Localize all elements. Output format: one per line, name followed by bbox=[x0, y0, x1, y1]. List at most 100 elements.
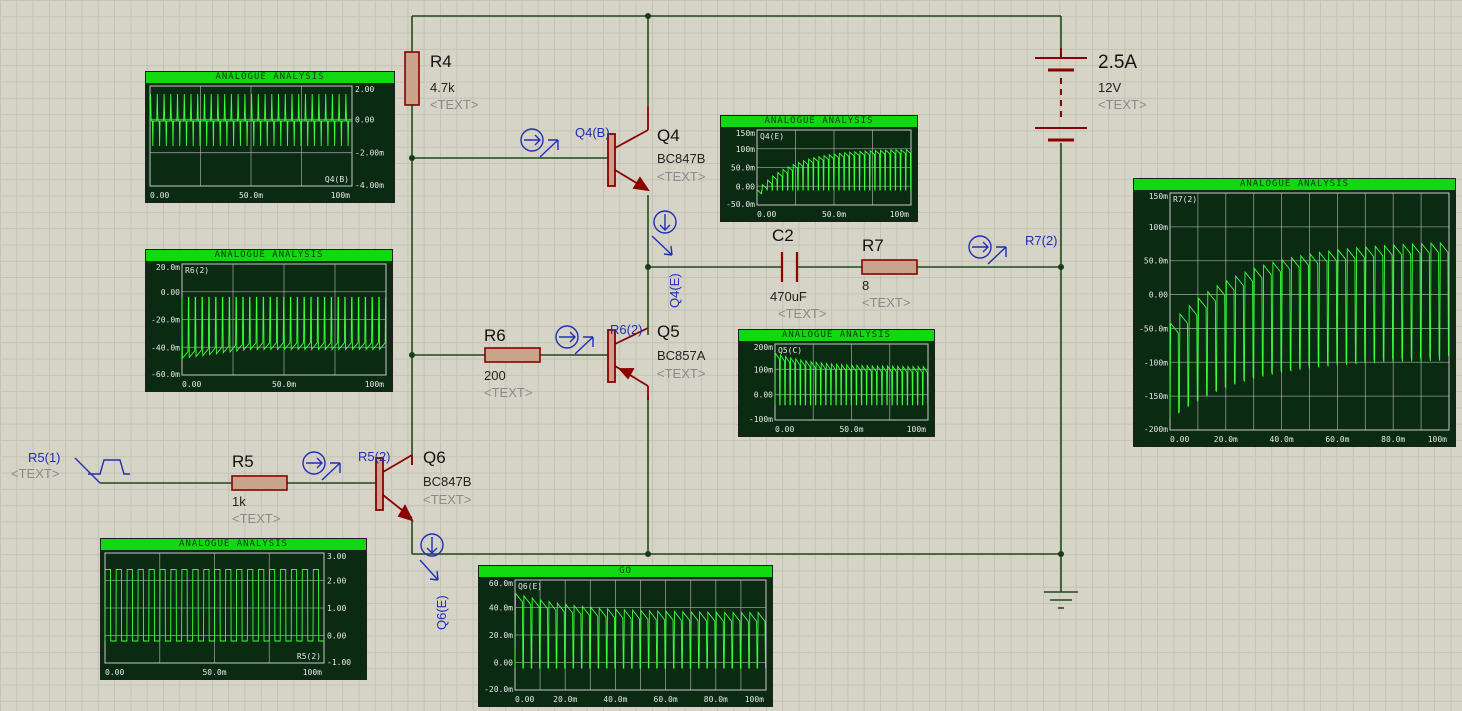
r4-resistor-body[interactable] bbox=[404, 51, 420, 106]
y-tick-label: 200m bbox=[754, 343, 773, 352]
x-tick-label: 50.0m bbox=[202, 668, 226, 677]
r5-value: 1k bbox=[232, 494, 246, 509]
trace-name-label: Q4(B) bbox=[325, 175, 349, 184]
graph-plot: 150m100m50.0m0.00-50.0m-100m-150m-200m0.… bbox=[1139, 192, 1450, 444]
q6-name: Q6 bbox=[423, 448, 446, 467]
x-tick-label: 0.00 bbox=[515, 695, 534, 704]
x-tick-label: 100m bbox=[303, 668, 322, 677]
x-tick-label: 60.0m bbox=[1325, 435, 1349, 444]
x-tick-label: 0.00 bbox=[1170, 435, 1189, 444]
q6-transistor[interactable] bbox=[375, 454, 414, 522]
x-tick-label: 100m bbox=[745, 695, 764, 704]
x-tick-label: 0.00 bbox=[105, 668, 124, 677]
x-tick-label: 0.00 bbox=[775, 425, 794, 434]
y-tick-label: -2.00m bbox=[355, 149, 384, 158]
r6-resistor-body[interactable] bbox=[484, 347, 541, 363]
source-r5-1-label: R5(1) bbox=[28, 450, 61, 465]
trace-name-label: R5(2) bbox=[297, 652, 321, 661]
y-tick-label: 100m bbox=[736, 145, 755, 154]
y-tick-label: 0.00 bbox=[355, 115, 374, 124]
graph-q4b[interactable]: ANALOGUE ANALYSIS 2.00 0.00 -2.00m -4.00m 0.0… bbox=[145, 71, 395, 203]
y-tick-label: -60.0m bbox=[151, 370, 180, 379]
graph-r7[interactable]: ANALOGUE ANALYSIS 150m 100m 50.0m 0.00 -50.0m… bbox=[1133, 178, 1456, 447]
y-tick-label: 150m bbox=[1149, 192, 1168, 201]
graph-q5c[interactable]: ANALOGUE ANALYSIS 200m 100m 0.00 -100m 0.00 50… bbox=[738, 329, 935, 437]
probe-q4b-icon bbox=[520, 128, 559, 158]
probe-q4e-label: Q4(E) bbox=[667, 273, 682, 308]
y-tick-label: 0.00 bbox=[754, 391, 773, 400]
q4-name: Q4 bbox=[657, 126, 680, 145]
y-tick-label: 100m bbox=[1149, 223, 1168, 232]
y-tick-label: -1.00 bbox=[327, 658, 351, 667]
x-tick-label: 50.0m bbox=[239, 191, 263, 200]
y-tick-label: 100m bbox=[754, 365, 773, 374]
battery-value: 12V bbox=[1098, 80, 1122, 95]
r5-text: <TEXT> bbox=[232, 511, 281, 526]
trace-name-label: Q4(E) bbox=[760, 132, 784, 141]
y-tick-label: -150m bbox=[1144, 392, 1168, 401]
battery-text: <TEXT> bbox=[1098, 97, 1147, 112]
q6-value: BC847B bbox=[423, 474, 472, 489]
y-tick-label: -40.0m bbox=[151, 343, 180, 352]
x-tick-label: 80.0m bbox=[704, 695, 728, 704]
trace-waveform bbox=[756, 148, 912, 195]
x-tick-label: 40.0m bbox=[1270, 435, 1294, 444]
q4-transistor[interactable] bbox=[607, 107, 650, 192]
x-tick-label: 80.0m bbox=[1381, 435, 1405, 444]
y-tick-label: 2.00 bbox=[327, 577, 346, 586]
battery-name: 2.5A bbox=[1098, 52, 1138, 73]
y-tick-label: 0.00 bbox=[327, 632, 346, 641]
r6-text: <TEXT> bbox=[484, 385, 533, 400]
y-tick-label: 0.00 bbox=[494, 659, 513, 668]
y-tick-label: 20.0m bbox=[156, 263, 180, 272]
graph-r6[interactable]: ANALOGUE ANALYSIS 20.0m 0.00 -20.0m -40.0m -6… bbox=[145, 249, 393, 392]
probe-r6-icon bbox=[555, 325, 594, 355]
probe-r7-icon bbox=[968, 235, 1007, 265]
c2-capacitor[interactable] bbox=[780, 252, 799, 282]
trace-name-label: R7(2) bbox=[1173, 195, 1197, 204]
graph-plot: 200m100m0.00-100m0.00 50.0m 100mQ5(C) bbox=[749, 343, 929, 434]
probe-r5-icon bbox=[302, 451, 341, 481]
y-tick-label: -20.0m bbox=[151, 316, 180, 325]
q4-value: BC847B bbox=[657, 151, 706, 166]
graph-plot: 60.0m40.0m20.0m0.00-20.0m0.00 20.0m 40.0m 6… bbox=[484, 579, 767, 704]
x-tick-label: 40.0m bbox=[603, 695, 627, 704]
r6-value: 200 bbox=[484, 368, 506, 383]
source-text: <TEXT> bbox=[11, 466, 60, 481]
x-tick-label: 100m bbox=[331, 191, 350, 200]
q6-text: <TEXT> bbox=[423, 492, 472, 507]
r5-name: R5 bbox=[232, 452, 254, 471]
junctions bbox=[409, 13, 1064, 557]
probe-r7-label: R7(2) bbox=[1025, 233, 1058, 248]
q5-transistor[interactable] bbox=[607, 327, 649, 400]
x-tick-label: 50.0m bbox=[822, 210, 846, 219]
graph-plot: 150m100m50.0m0.00-50.0m0.00 50.0m 100mQ4(E… bbox=[726, 129, 912, 219]
y-tick-label: 40.0m bbox=[489, 604, 513, 613]
r4-text: <TEXT> bbox=[430, 97, 479, 112]
r4-value: 4.7k bbox=[430, 80, 455, 95]
probe-q6e-icon bbox=[419, 533, 444, 581]
c2-value: 470uF bbox=[770, 289, 807, 304]
graph-q4e[interactable]: ANALOGUE ANALYSIS 150m 100m 50.0m 0.00 -50.0m… bbox=[720, 115, 918, 222]
x-tick-label: 0.00 bbox=[150, 191, 169, 200]
y-tick-label: -100m bbox=[749, 415, 773, 424]
y-tick-label: 1.00 bbox=[327, 604, 346, 613]
r7-resistor-body[interactable] bbox=[861, 259, 918, 275]
x-tick-label: 100m bbox=[1428, 435, 1447, 444]
battery-symbol[interactable] bbox=[1035, 48, 1087, 142]
pulse-generator-icon[interactable] bbox=[74, 457, 130, 484]
y-tick-label: 0.00 bbox=[1149, 291, 1168, 300]
r5-resistor-body[interactable] bbox=[231, 475, 288, 491]
c2-name: C2 bbox=[772, 226, 794, 245]
q5-text: <TEXT> bbox=[657, 366, 706, 381]
r7-value: 8 bbox=[862, 278, 870, 293]
graph-plot: 2.00 0.00 -2.00m -4.00m 0.00 50.0m 100m Q4(B) bbox=[149, 85, 384, 200]
graph-q6e[interactable]: GO 60.0m 40.0m 20.0m 0.00 -20.0m 0.00 20.0m 40.0… bbox=[478, 565, 773, 707]
probe-q4e-icon bbox=[651, 210, 677, 256]
probe-q6e-label: Q6(E) bbox=[434, 595, 449, 630]
graph-plot: 3.00 2.00 1.00 0.00 -1.00 0.00 50.0m 100m R5(2) bbox=[104, 552, 351, 677]
r6-name: R6 bbox=[484, 326, 506, 345]
y-tick-label: 2.00 bbox=[355, 85, 374, 94]
graph-r5[interactable]: ANALOGUE ANALYSIS 3.00 2.00 1.00 0.00 -1.00 0.… bbox=[100, 538, 367, 680]
trace-name-label: Q6(E) bbox=[518, 582, 542, 591]
